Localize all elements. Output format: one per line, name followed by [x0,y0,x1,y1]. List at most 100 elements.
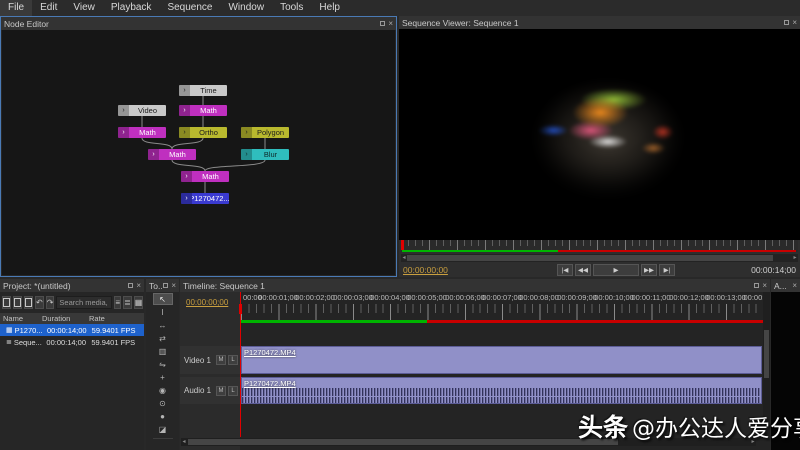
node-polygon[interactable]: › Polygon [241,127,289,138]
node-expand-icon[interactable]: › [118,105,129,116]
scroll-right-icon[interactable]: ▸ [792,254,798,262]
close-icon[interactable]: × [171,281,176,290]
record-tool-button[interactable]: ● [153,410,173,422]
redo-button[interactable]: ↷ [45,295,55,309]
skip-to-start-button[interactable]: |◀ [557,264,573,276]
close-icon[interactable]: × [762,281,767,290]
zoom-tool-button[interactable]: ⊙ [153,397,173,409]
node-expand-icon[interactable]: › [148,149,159,160]
viewer-titlebar[interactable]: Sequence Viewer: Sequence 1 × [399,16,800,29]
float-icon[interactable] [380,21,386,26]
timeline-vscroll-thumb[interactable] [764,330,769,378]
timeline-current-timecode[interactable]: 00:00:00;00 [186,298,228,307]
razor-tool-button[interactable]: ▥ [153,345,173,357]
mute-button[interactable]: M [216,355,226,365]
menu-file[interactable]: File [0,0,33,16]
new-button[interactable] [2,295,11,309]
pointer-tool-button[interactable]: ↖ [152,293,173,305]
node-blur[interactable]: › Blur [241,149,289,160]
menu-window[interactable]: Window [220,0,272,16]
skip-to-end-button[interactable]: ▶| [659,264,675,276]
node-math-1[interactable]: › Math [179,105,227,116]
video-clip[interactable]: P1270472.MP4 [241,346,762,374]
viewer-current-timecode[interactable]: 00:00:00;00 [403,265,448,275]
node-math-2[interactable]: › Math [118,127,166,138]
menu-help[interactable]: Help [311,0,348,16]
fast-forward-button[interactable]: ▶▶ [641,264,657,276]
float-icon[interactable] [754,283,760,288]
icon-view-button[interactable]: ▦ [133,295,144,309]
close-icon[interactable]: × [388,19,393,28]
column-duration[interactable]: Duration [42,314,89,323]
save-button[interactable] [24,295,33,309]
table-header[interactable]: Name Duration Rate [0,313,144,324]
rolling-tool-button[interactable]: ⇄ [153,332,173,344]
node-expand-icon[interactable]: › [179,105,190,116]
node-graph-canvas[interactable]: › Time › Video › Math › Math › Ortho › P… [2,30,395,275]
audio-monitor-titlebar[interactable]: A... × [771,279,800,292]
viewer-hscroll-thumb[interactable] [407,255,773,261]
tree-view-button[interactable]: ≡ [114,295,122,309]
float-icon[interactable] [784,20,790,25]
transition-tool-button[interactable]: ◪ [153,423,173,435]
tool-separator [152,438,173,439]
scroll-left-icon[interactable]: ◂ [181,438,187,446]
slide-tool-button[interactable]: + [153,371,173,383]
video-track-header[interactable]: Video 1 M L [180,346,240,374]
project-panel: Project: *(untitled) × ↶ ↷ ≡ ≣ ▦ Name Du… [0,279,144,450]
search-input[interactable] [56,295,113,309]
menu-playback[interactable]: Playback [103,0,160,16]
undo-button[interactable]: ↶ [35,295,44,309]
node-editor-titlebar[interactable]: Node Editor × [1,17,396,30]
node-expand-icon[interactable]: › [181,171,192,182]
table-row-sequence[interactable]: ≣ Seque... 00:00:14;00 59.9401 FPS [0,336,144,348]
timeline-hscroll-thumb[interactable] [188,439,618,445]
watermark: 头条 @办公达人爱分享 [578,406,800,446]
close-icon[interactable]: × [136,281,141,290]
tools-titlebar[interactable]: To... × [146,279,179,292]
close-icon[interactable]: × [792,281,797,290]
node-expand-icon[interactable]: › [181,193,192,204]
menu-sequence[interactable]: Sequence [159,0,220,16]
lock-button[interactable]: L [228,355,238,365]
column-rate[interactable]: Rate [89,314,144,323]
float-icon[interactable] [128,283,134,288]
node-time[interactable]: › Time [179,85,227,96]
timeline-playhead-head[interactable] [239,304,242,314]
lock-button[interactable]: L [228,385,238,396]
timeline-titlebar[interactable]: Timeline: Sequence 1 × [180,279,770,292]
menu-tools[interactable]: Tools [272,0,311,16]
viewer-end-timecode: 00:00:14;00 [751,265,796,275]
audio-clip[interactable]: P1270472.MP4 [241,377,762,404]
rewind-button[interactable]: ◀◀ [575,264,591,276]
node-math-4[interactable]: › Math [181,171,229,182]
menu-view[interactable]: View [65,0,103,16]
float-icon[interactable] [163,283,169,288]
menu-edit[interactable]: Edit [32,0,65,16]
table-row-media[interactable]: ▦ P1270... 00:00:14;00 59.9401 FPS [0,324,144,336]
node-expand-icon[interactable]: › [179,127,190,138]
play-button[interactable]: ▶ [593,264,639,276]
node-media-output[interactable]: › P1270472.... [181,193,229,204]
node-ortho[interactable]: › Ortho [179,127,227,138]
viewer-hscrollbar[interactable]: ◂ ▸ [401,254,798,262]
column-name[interactable]: Name [0,314,42,323]
hand-tool-button[interactable]: ◉ [153,384,173,396]
node-math-3[interactable]: › Math [148,149,196,160]
node-video[interactable]: › Video [118,105,166,116]
node-expand-icon[interactable]: › [118,127,129,138]
timeline-ruler[interactable]: 00:00 00:00:01;00 00:00:02;00 00:00:03;0… [240,292,764,323]
mute-button[interactable]: M [216,385,226,396]
node-expand-icon[interactable]: › [241,149,252,160]
node-expand-icon[interactable]: › [241,127,252,138]
ripple-tool-button[interactable]: ↔ [153,319,173,331]
open-button[interactable] [13,295,22,309]
viewer-playhead[interactable] [401,240,404,250]
edit-tool-button[interactable]: I [153,306,173,318]
audio-track-header[interactable]: Audio 1 M L [180,377,240,404]
node-expand-icon[interactable]: › [179,85,190,96]
close-icon[interactable]: × [792,18,797,27]
project-titlebar[interactable]: Project: *(untitled) × [0,279,144,292]
slip-tool-button[interactable]: ⇋ [153,358,173,370]
list-view-button[interactable]: ≣ [123,295,132,309]
